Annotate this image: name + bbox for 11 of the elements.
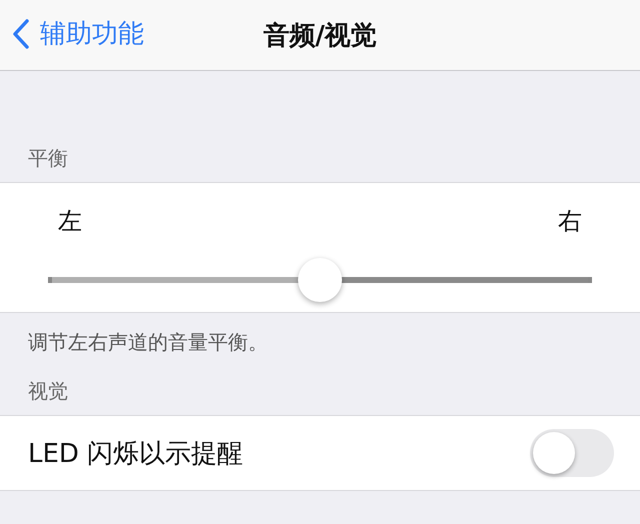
right-label: 右 xyxy=(558,206,582,237)
toggle-switch[interactable] xyxy=(530,429,614,477)
footer-text: 调节左右声道的音量平衡。 xyxy=(28,330,268,354)
section-header: 平衡 xyxy=(28,146,68,170)
section-header: 视觉 xyxy=(28,379,68,403)
page-title: 音频/视觉 xyxy=(263,20,377,52)
back-button[interactable]: 辅助功能 xyxy=(12,16,144,51)
chevron-icon xyxy=(12,18,30,48)
left-label: 左 xyxy=(58,206,82,237)
row-label: LED 闪烁以示提醒 xyxy=(28,438,244,470)
slider-thumb[interactable] xyxy=(298,258,342,302)
